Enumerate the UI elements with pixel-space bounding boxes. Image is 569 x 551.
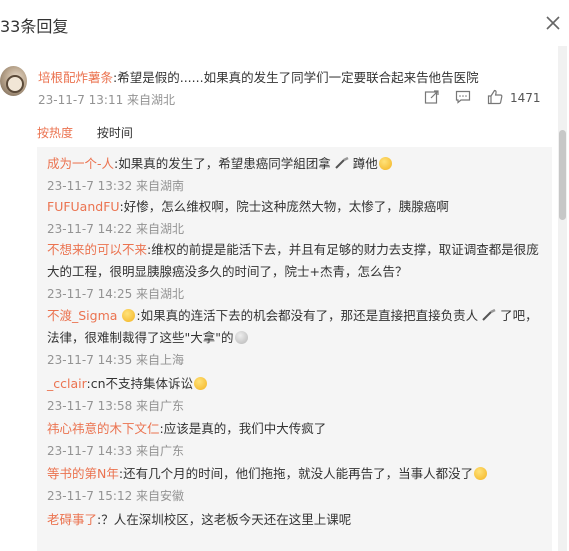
reply-meta: 23-11-7 15:12 来自安徽: [47, 489, 185, 503]
scrollbar-thumb[interactable]: [559, 130, 566, 220]
reply-text: :cn不支持集体诉讼: [86, 376, 194, 391]
grin-icon: [378, 157, 392, 170]
list-item: FUFUandFU:好惨，怎么维权啊，院士这种庞然大物，太惨了，胰腺癌啊 23-…: [47, 196, 547, 239]
reply-username[interactable]: FUFUandFU: [47, 199, 120, 214]
reply-username[interactable]: _cclair: [47, 376, 87, 391]
reply-username[interactable]: 不渡_Sigma: [47, 308, 117, 323]
reply-text-tail: 蹲他: [352, 156, 378, 171]
reply-username[interactable]: 祎心祎意的木下文仁: [47, 421, 160, 436]
reply-username[interactable]: 不想来的可以不来: [47, 242, 147, 257]
laugh-tears-icon: [194, 377, 208, 390]
main-comment: 培根配炸薯条:希望是假的......如果真的发生了同学们一定要联合起来告他告医院…: [0, 58, 569, 118]
dialog-title: 33条回复: [0, 17, 69, 36]
main-comment-meta: 23-11-7 13:11 来自湖北: [38, 93, 176, 107]
reply-meta: 23-11-7 14:22 来自湖北: [47, 222, 185, 236]
thumbs-up-icon[interactable]: [487, 89, 503, 107]
sort-tabs: 按热度 按时间: [37, 124, 153, 141]
main-comment-username[interactable]: 培根配炸薯条: [38, 70, 113, 85]
reply-meta: 23-11-7 13:32 来自湖南: [47, 179, 185, 193]
avatar[interactable]: [0, 66, 27, 96]
crying-icon: [474, 467, 488, 480]
reply-text: :？人在深圳校区，这老板今天还在这里上课呢: [97, 512, 352, 527]
reply-meta: 23-11-7 13:58 来自广东: [47, 399, 185, 413]
doge-icon: [234, 331, 248, 344]
reply-text: :好惨，怎么维权啊，院士这种庞然大物，太惨了，胰腺癌啊: [119, 199, 449, 214]
reply-username[interactable]: 老碍事了: [47, 512, 97, 527]
reply-meta: 23-11-7 14:33 来自广东: [47, 444, 185, 458]
list-item: 老碍事了:？人在深圳校区，这老板今天还在这里上课呢: [47, 509, 547, 531]
reply-username[interactable]: 等书的第N年: [47, 466, 119, 481]
crown-icon: [122, 309, 136, 322]
reply-meta: 23-11-7 14:35 来自上海: [47, 353, 185, 367]
reply-text: :如果真的发生了，希望患癌同学組团拿: [114, 156, 331, 171]
reply-text: :如果真的连活下去的机会都没有了，那还是直接把直接负责人: [136, 308, 479, 323]
list-item: _cclair:cn不支持集体诉讼 23-11-7 13:58 来自广东: [47, 373, 547, 416]
list-item: 等书的第N年:还有几个月的时间，他们拖拖，就没人能再告了，当事人都没了 23-1…: [47, 463, 547, 506]
share-icon[interactable]: [424, 89, 440, 107]
knife-icon: [482, 309, 496, 321]
reply-meta: 23-11-7 14:25 来自湖北: [47, 287, 185, 301]
close-icon[interactable]: [544, 14, 562, 32]
tab-by-time[interactable]: 按时间: [97, 124, 133, 141]
reply-list: 成为一个-人:如果真的发生了，希望患癌同学組团拿 蹲他 23-11-7 13:3…: [37, 147, 552, 551]
reply-text: :应该是真的，我们中大传疯了: [159, 421, 327, 436]
main-comment-body: :希望是假的......如果真的发生了同学们一定要联合起来告他告医院: [113, 70, 479, 85]
list-item: 不渡_Sigma :如果真的连活下去的机会都没有了，那还是直接把直接负责人 了吧…: [47, 305, 547, 370]
knife-icon: [335, 157, 349, 169]
scrollbar[interactable]: [558, 46, 567, 551]
main-comment-text: 培根配炸薯条:希望是假的......如果真的发生了同学们一定要联合起来告他告医院: [38, 67, 479, 86]
list-item: 祎心祎意的木下文仁:应该是真的，我们中大传疯了 23-11-7 14:33 来自…: [47, 418, 547, 461]
like-count: 1471: [510, 91, 541, 105]
list-item: 成为一个-人:如果真的发生了，希望患癌同学組团拿 蹲他 23-11-7 13:3…: [47, 153, 547, 196]
comment-icon[interactable]: [455, 89, 471, 107]
list-item: 不想来的可以不来:维权的前提是能活下去，并且有足够的财力去支撑，取证调查都是很庞…: [47, 239, 547, 304]
reply-text: :还有几个月的时间，他们拖拖，就没人能再告了，当事人都没了: [118, 466, 474, 481]
tab-by-hotness[interactable]: 按热度: [37, 124, 73, 141]
reply-username[interactable]: 成为一个-人: [47, 156, 114, 171]
